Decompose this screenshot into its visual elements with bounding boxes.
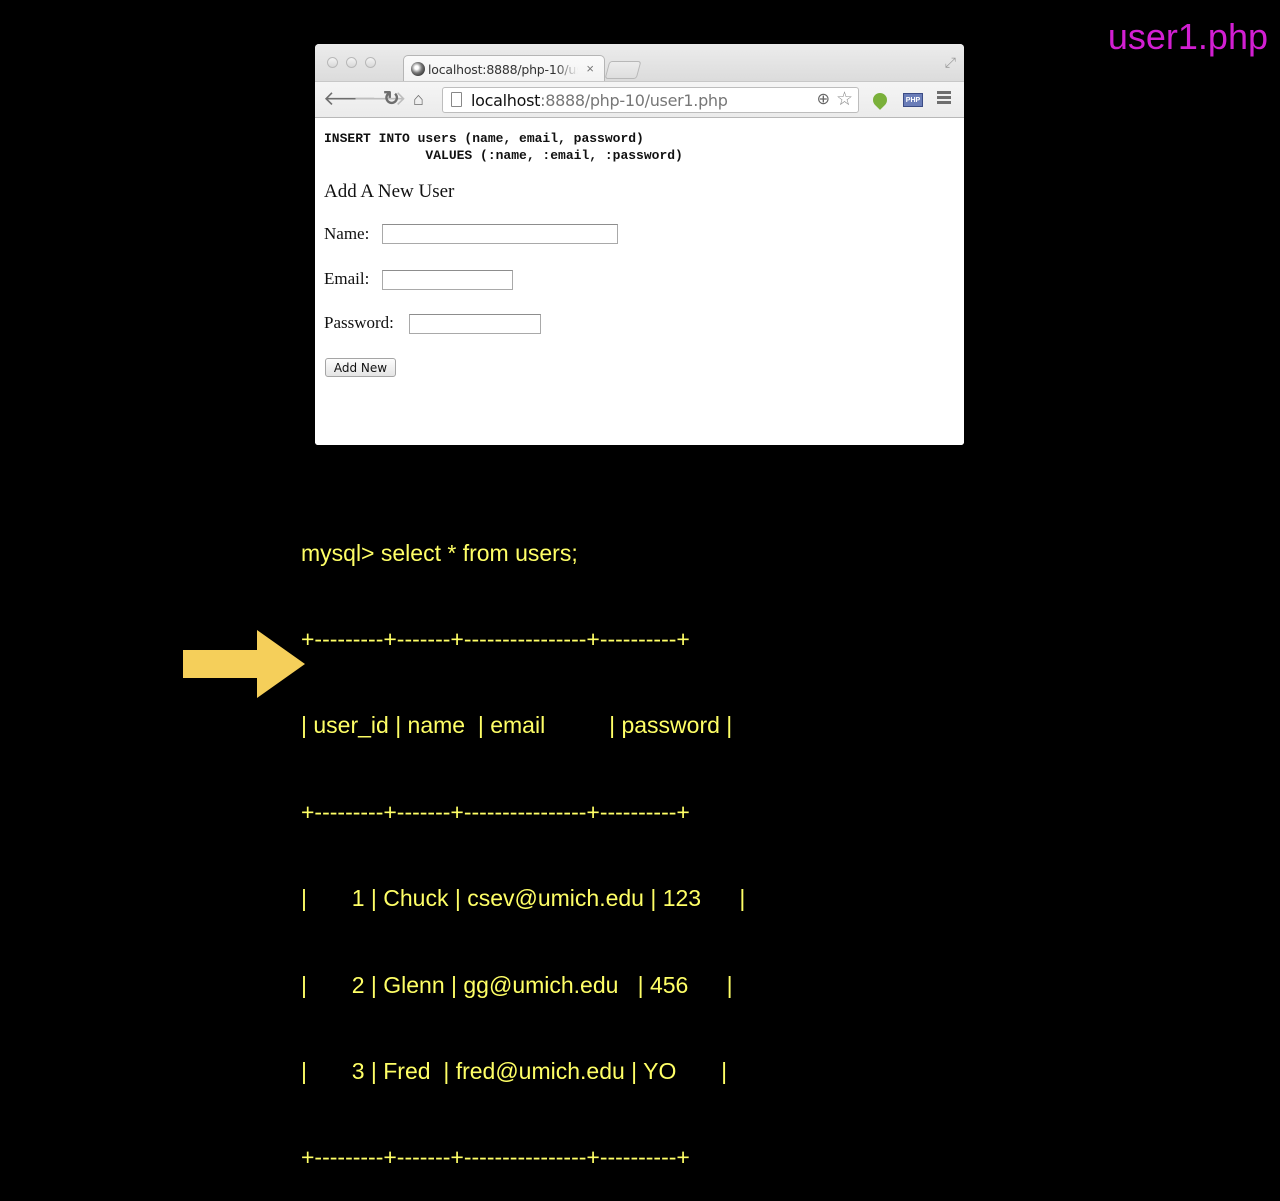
new-tab-button[interactable] (604, 61, 642, 79)
fullscreen-icon[interactable]: ⤢ (945, 54, 956, 71)
table-row: | 1 | Chuck | csev@umich.edu | 123 | (301, 885, 746, 912)
evernote-extension-icon[interactable] (870, 90, 890, 110)
minimize-window-button[interactable] (346, 57, 357, 68)
title-bar: localhost:8888/php-10/us × ⤢ (315, 44, 964, 82)
address-bar[interactable]: localhost:8888/php-10/user1.php ⊕ ☆ (442, 87, 859, 113)
password-input[interactable] (409, 314, 541, 334)
globe-icon (411, 62, 425, 76)
email-input[interactable] (382, 270, 513, 290)
table-row: | 3 | Fred | fred@umich.edu | YO | (301, 1057, 728, 1084)
page-content: INSERT INTO users (name, email, password… (315, 118, 964, 445)
add-new-button[interactable]: Add New (325, 358, 396, 377)
browser-tab[interactable]: localhost:8888/php-10/us × (403, 55, 605, 82)
url-path: :8888/php-10/user1.php (540, 91, 728, 110)
zoom-window-button[interactable] (365, 57, 376, 68)
sql-line-2: VALUES (:name, :email, :password) (324, 148, 683, 163)
password-label: Password: (324, 313, 394, 332)
tab-title: localhost:8888/php-10/us (428, 62, 578, 77)
table-border: +---------+-------+----------------+----… (301, 798, 690, 825)
highlight-arrow-icon (183, 630, 305, 698)
bookmark-star-icon[interactable]: ☆ (836, 88, 853, 111)
page-icon (451, 92, 462, 107)
mysql-output: mysql> select * from users; +---------+-… (301, 481, 745, 1201)
php-extension-icon[interactable]: PHP (903, 93, 923, 107)
hamburger-menu-icon[interactable] (937, 91, 951, 106)
table-row: | 2 | Glenn | gg@umich.edu | 456 | (301, 971, 733, 998)
table-border: +---------+-------+----------------+----… (301, 1144, 690, 1171)
name-input[interactable] (382, 224, 618, 244)
url-host: localhost (471, 91, 541, 110)
browser-toolbar: 🡐 🡒 ↻ ⌂ localhost:8888/php-10/user1.php … (315, 81, 964, 118)
close-window-button[interactable] (327, 57, 338, 68)
name-label: Name: (324, 224, 370, 243)
email-label: Email: (324, 269, 370, 288)
sql-line-1: INSERT INTO users (name, email, password… (324, 131, 644, 146)
home-icon[interactable]: ⌂ (413, 88, 424, 110)
zoom-icon[interactable]: ⊕ (817, 89, 830, 109)
reload-icon[interactable]: ↻ (383, 88, 400, 110)
table-header: | user_id | name | email | password | (301, 712, 733, 739)
url-text[interactable]: localhost:8888/php-10/user1.php (471, 91, 728, 110)
page-heading: Add A New User (324, 181, 455, 202)
mysql-command: mysql> select * from users; (301, 539, 578, 566)
browser-window: localhost:8888/php-10/us × ⤢ 🡐 🡒 ↻ ⌂ loc… (315, 44, 964, 445)
slide-title: user1.php (1107, 16, 1268, 57)
sql-statement: INSERT INTO users (name, email, password… (324, 130, 683, 164)
close-tab-icon[interactable]: × (586, 61, 594, 76)
table-border: +---------+-------+----------------+----… (301, 625, 690, 652)
